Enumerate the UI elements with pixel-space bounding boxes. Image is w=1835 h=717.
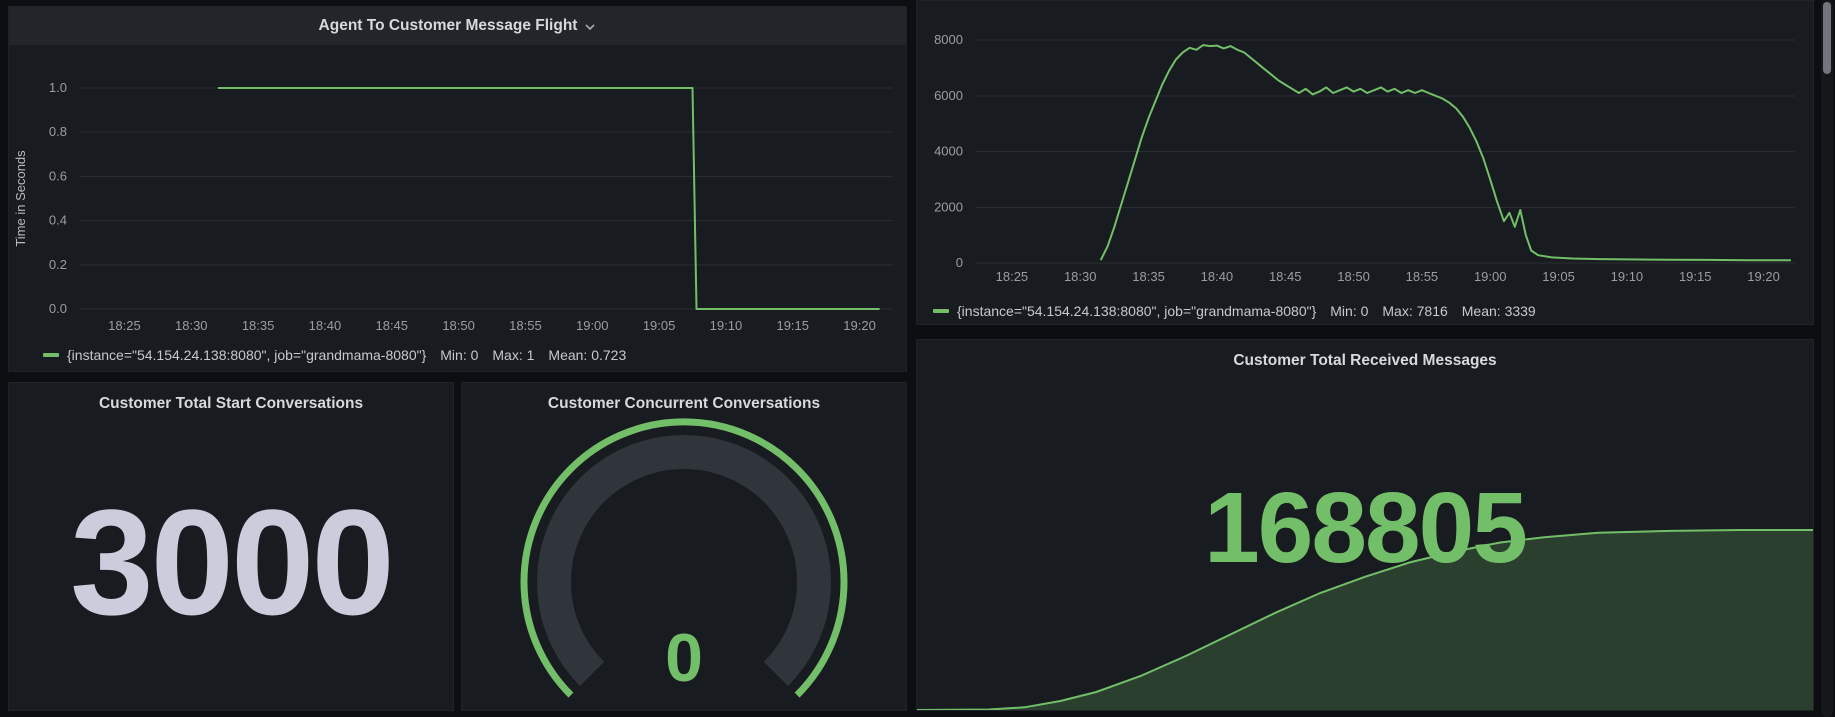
start-conversations-value: 3000 [70, 487, 392, 637]
panel-customer-concurrent-conversations: Customer Concurrent Conversations 0 [461, 382, 907, 711]
svg-text:19:15: 19:15 [776, 318, 809, 333]
svg-text:19:05: 19:05 [643, 318, 676, 333]
legend-min: Min: 0 [1330, 303, 1368, 319]
svg-text:0.8: 0.8 [49, 124, 67, 139]
svg-text:18:50: 18:50 [442, 318, 475, 333]
panel-title-concurrent-conversations[interactable]: Customer Concurrent Conversations [462, 383, 906, 413]
svg-text:8000: 8000 [934, 32, 963, 47]
panel-title-start-conversations[interactable]: Customer Total Start Conversations [9, 383, 453, 413]
stat-container: 3000 [9, 413, 453, 710]
svg-text:18:45: 18:45 [1269, 269, 1302, 284]
svg-text:18:45: 18:45 [375, 318, 408, 333]
series-color-swatch [933, 309, 949, 313]
svg-text:18:30: 18:30 [175, 318, 208, 333]
flight-legend[interactable]: {instance="54.154.24.138:8080", job="gra… [43, 347, 626, 363]
svg-text:0.4: 0.4 [49, 213, 67, 228]
chevron-down-icon [584, 23, 596, 31]
concurrent-conversations-value: 0 [665, 620, 703, 696]
legend-max: Max: 7816 [1382, 303, 1447, 319]
received-messages-value: 168805 [917, 478, 1813, 578]
svg-text:19:10: 19:10 [710, 318, 743, 333]
panel-customer-total-received-messages: Customer Total Received Messages 168805 [916, 339, 1814, 711]
legend-mean: Mean: 0.723 [548, 347, 626, 363]
svg-text:19:05: 19:05 [1542, 269, 1575, 284]
grafana-dashboard: Agent To Customer Message Flight 0.00.20… [0, 0, 1835, 717]
flight-line-chart: 0.0 0.2 0.4 0.6 0.8 1.0 18:25 18:30 18:35 18:40 18… [9, 45, 906, 345]
svg-text:19:15: 19:15 [1679, 269, 1712, 284]
svg-text:18:50: 18:50 [1337, 269, 1370, 284]
legend-mean: Mean: 3339 [1462, 303, 1536, 319]
series-name[interactable]: {instance="54.154.24.138:8080", job="gra… [67, 347, 426, 363]
svg-text:19:00: 19:00 [1474, 269, 1507, 284]
panel-customer-total-start-conversations: Customer Total Start Conversations 3000 [8, 382, 454, 711]
svg-text:18:25: 18:25 [108, 318, 141, 333]
svg-text:18:55: 18:55 [1406, 269, 1439, 284]
throughput-legend[interactable]: {instance="54.154.24.138:8080", job="gra… [933, 303, 1536, 319]
svg-text:18:40: 18:40 [1201, 269, 1234, 284]
concurrent-conversations-gauge: 0 [462, 413, 906, 705]
series-color-swatch [43, 353, 59, 357]
svg-text:18:40: 18:40 [309, 318, 342, 333]
svg-text:18:30: 18:30 [1064, 269, 1097, 284]
svg-text:2000: 2000 [934, 199, 963, 214]
legend-min: Min: 0 [440, 347, 478, 363]
svg-text:18:35: 18:35 [1132, 269, 1165, 284]
svg-text:6000: 6000 [934, 88, 963, 103]
svg-text:4000: 4000 [934, 144, 963, 159]
svg-text:Time in Seconds: Time in Seconds [13, 150, 28, 247]
svg-text:0.0: 0.0 [49, 301, 67, 316]
scrollbar-thumb[interactable] [1823, 2, 1831, 74]
svg-text:0.2: 0.2 [49, 257, 67, 272]
svg-text:0: 0 [956, 255, 963, 270]
svg-text:19:00: 19:00 [576, 318, 609, 333]
throughput-line-chart: 0 2000 4000 6000 8000 18:25 18:30 18:35 18:40 18:… [917, 1, 1813, 293]
svg-text:19:10: 19:10 [1611, 269, 1644, 284]
svg-text:19:20: 19:20 [1747, 269, 1780, 284]
panel-title-flight[interactable]: Agent To Customer Message Flight [319, 17, 578, 35]
svg-text:18:35: 18:35 [242, 318, 275, 333]
panel-header-flight[interactable]: Agent To Customer Message Flight [9, 7, 906, 45]
legend-max: Max: 1 [492, 347, 534, 363]
panel-message-throughput: 0 2000 4000 6000 8000 18:25 18:30 18:35 18:40 18:… [916, 0, 1814, 325]
svg-text:18:25: 18:25 [996, 269, 1029, 284]
svg-text:19:20: 19:20 [843, 318, 876, 333]
panel-agent-to-customer-message-flight: Agent To Customer Message Flight 0.00.20… [8, 6, 907, 372]
svg-text:18:55: 18:55 [509, 318, 542, 333]
vertical-scrollbar[interactable] [1821, 0, 1833, 717]
svg-text:1.0: 1.0 [49, 80, 67, 95]
series-name[interactable]: {instance="54.154.24.138:8080", job="gra… [957, 303, 1316, 319]
svg-text:0.6: 0.6 [49, 168, 67, 183]
panel-title-received-messages[interactable]: Customer Total Received Messages [917, 340, 1813, 370]
